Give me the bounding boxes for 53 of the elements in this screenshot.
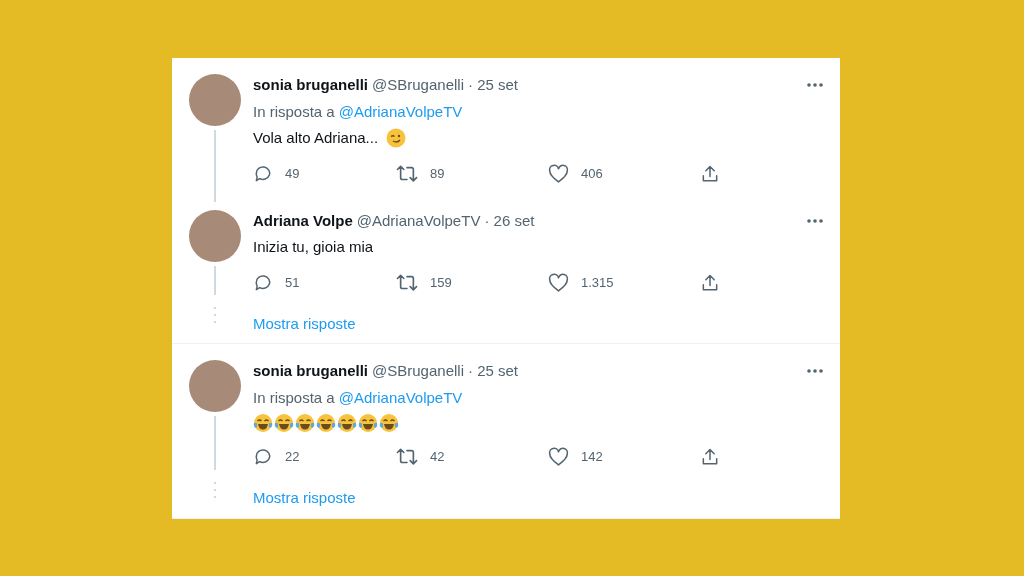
dotted-thread-line bbox=[214, 481, 216, 498]
winking-face-icon bbox=[386, 128, 407, 149]
like-count: 1.315 bbox=[581, 273, 614, 292]
author-name[interactable]: sonia bruganelli bbox=[253, 360, 369, 383]
avatar-photo-placeholder[interactable] bbox=[189, 74, 241, 126]
dotted-thread-line bbox=[214, 307, 216, 323]
tweet-date[interactable]: · 26 set bbox=[484, 209, 535, 232]
share-icon[interactable] bbox=[700, 272, 720, 293]
speech-bubble-icon[interactable] bbox=[253, 163, 273, 184]
author-handle[interactable]: @AdrianaVolpeTV bbox=[356, 209, 481, 232]
retweet-icon[interactable] bbox=[396, 447, 418, 467]
retweet-count: 159 bbox=[430, 273, 452, 292]
retweet-icon[interactable] bbox=[396, 163, 418, 184]
reply-label: In risposta a bbox=[253, 387, 335, 408]
laughing-tears-face-icon bbox=[295, 413, 315, 433]
laughing-tears-face-icon bbox=[358, 413, 378, 433]
tweet-date[interactable]: · 25 set bbox=[468, 360, 518, 383]
tweet-date[interactable]: · 25 set bbox=[468, 74, 518, 97]
share-icon[interactable] bbox=[700, 447, 720, 467]
retweet-count: 89 bbox=[430, 164, 445, 183]
thread-line bbox=[214, 130, 216, 202]
speech-bubble-icon[interactable] bbox=[253, 447, 273, 467]
author-name[interactable]: sonia bruganelli bbox=[253, 74, 369, 97]
thread-line bbox=[214, 265, 216, 295]
retweet-count: 42 bbox=[430, 448, 445, 467]
laughing-tears-face-icon bbox=[316, 413, 336, 433]
reply-count: 51 bbox=[285, 273, 300, 292]
laughing-tears-face-icon bbox=[379, 413, 399, 433]
speech-bubble-icon[interactable] bbox=[253, 272, 273, 293]
reply-count: 49 bbox=[285, 164, 300, 183]
heart-icon[interactable] bbox=[548, 163, 569, 184]
reply-count: 22 bbox=[285, 448, 300, 467]
reply-label: In risposta a bbox=[253, 101, 335, 122]
laughing-tears-face-icon bbox=[337, 413, 357, 433]
heart-icon[interactable] bbox=[548, 447, 569, 467]
avatar-photo-placeholder[interactable] bbox=[189, 360, 241, 412]
laughing-tears-face-icon bbox=[274, 413, 294, 433]
tweet-text: Inizia tu, gioia mia bbox=[253, 237, 374, 257]
tweet-text: Vola alto Adriana... bbox=[253, 128, 379, 148]
like-count: 406 bbox=[581, 164, 603, 183]
retweet-icon[interactable] bbox=[396, 272, 418, 293]
like-count: 142 bbox=[581, 448, 603, 467]
thread-line bbox=[214, 416, 216, 470]
laughing-tears-face-icon bbox=[253, 413, 273, 433]
avatar-photo-placeholder[interactable] bbox=[189, 209, 241, 262]
heart-icon[interactable] bbox=[548, 272, 569, 293]
author-name[interactable]: Adriana Volpe bbox=[253, 209, 353, 232]
more-options-icon[interactable] bbox=[806, 368, 824, 375]
more-options-icon[interactable] bbox=[806, 82, 824, 89]
share-icon[interactable] bbox=[700, 163, 720, 184]
author-handle[interactable]: @SBruganelli bbox=[372, 360, 464, 383]
more-options-icon[interactable] bbox=[806, 217, 824, 224]
author-handle[interactable]: @SBruganelli bbox=[372, 74, 464, 97]
